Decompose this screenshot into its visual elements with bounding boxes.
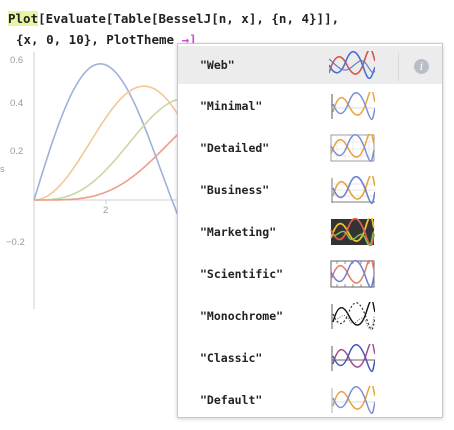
info-separator [398,53,399,81]
plot-output: 0.6 0.4 0.2 −0.2 s 2 [0,44,194,314]
code-line-1[interactable]: Plot[Evaluate[Table[BesselJ[n, x], {n, 4… [8,11,339,26]
y-tick-label: −0.2 [6,237,25,248]
detailed-theme-icon [330,134,375,162]
theme-label: "Classic" [200,351,263,365]
theme-item-default[interactable]: "Default" [178,381,442,419]
scientific-theme-icon [330,260,375,288]
theme-label: "Minimal" [200,99,263,113]
y-tick-label: 0.4 [10,98,23,109]
info-icon[interactable]: i [414,59,429,74]
bessel-curve-1 [33,62,194,248]
theme-label: "Default" [200,393,263,407]
theme-label: "Marketing" [200,225,277,239]
code-line-1-rest: [Evaluate[Table[BesselJ[n, x], {n, 4}]], [38,11,340,26]
theme-item-classic[interactable]: "Classic" [178,339,442,377]
x-tick-label: 2 [103,205,108,216]
theme-item-monochrome[interactable]: "Monochrome" [178,297,442,335]
y-tick-label: 0.2 [10,146,23,157]
theme-label: "Monochrome" [200,309,284,323]
theme-item-detailed[interactable]: "Detailed" [178,129,442,167]
business-theme-icon [331,176,375,204]
theme-item-business[interactable]: "Business" [178,171,442,209]
side-mark: s [0,164,5,174]
theme-item-scientific[interactable]: "Scientific" [178,255,442,293]
bessel-curve-2 [34,85,194,201]
marketing-theme-icon [330,218,375,246]
web-theme-icon [329,51,375,79]
monochrome-theme-icon [331,302,375,330]
theme-label: "Detailed" [200,141,270,155]
theme-label: "Business" [200,183,270,197]
plot-keyword: Plot [8,11,39,26]
theme-item-minimal[interactable]: "Minimal" [178,87,442,125]
classic-theme-icon [331,344,375,372]
plot-svg: 0.6 0.4 0.2 −0.2 s 2 [0,52,194,309]
default-theme-icon [331,386,375,414]
y-tick-label: 0.6 [10,55,23,66]
theme-item-web[interactable]: "Web" i [178,46,442,84]
theme-item-marketing[interactable]: "Marketing" [178,213,442,251]
theme-label: "Scientific" [200,267,284,281]
minimal-theme-icon [331,92,375,120]
theme-label: "Web" [200,58,235,72]
plot-theme-popup: "Web" i "Minimal" "Detailed" "Business" [177,43,443,418]
